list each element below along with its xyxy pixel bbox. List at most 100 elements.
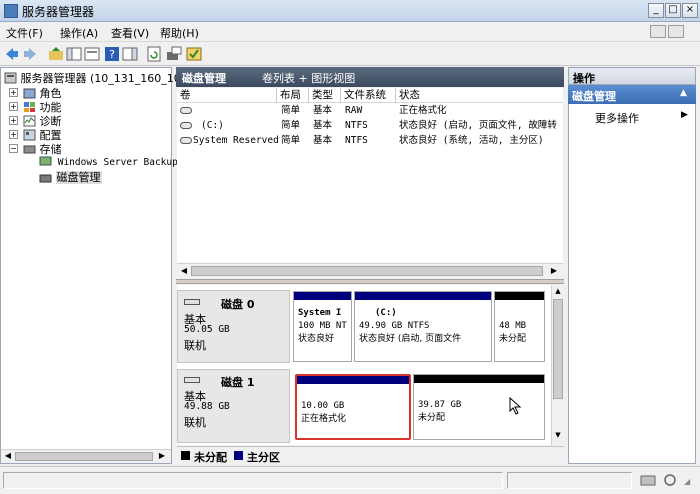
more-actions-label: 更多操作 xyxy=(595,112,639,125)
maximize-button[interactable]: □ xyxy=(665,3,681,18)
up-folder-icon[interactable] xyxy=(48,46,64,62)
svg-text:?: ? xyxy=(109,48,115,61)
partition-unallocated-39gb[interactable]: 39.87 GB 未分配 xyxy=(413,374,545,440)
partition-status: 正在格式化 xyxy=(301,414,347,424)
scroll-up-arrow-icon[interactable]: ▲ xyxy=(553,287,563,297)
resize-grip-icon[interactable]: ◢ xyxy=(684,477,696,489)
menu-help[interactable]: 帮助(H) xyxy=(160,25,199,41)
column-filesystem[interactable]: 文件系统 xyxy=(341,88,396,103)
partition-size: 48 MB xyxy=(499,321,527,331)
partition-status: 状态良好 (启动, 页面文件 xyxy=(359,334,462,344)
volume-layout: 简单 xyxy=(281,120,301,131)
partition-formatting-10gb[interactable]: 10.00 GB 正在格式化 xyxy=(295,374,411,440)
menu-view[interactable]: 查看(V) xyxy=(111,25,149,41)
disk-state: 联机 xyxy=(184,416,206,429)
actions-title: 操作 xyxy=(573,72,595,85)
volume-list-scrollbar[interactable]: ◀ ▶ xyxy=(177,263,563,278)
close-button[interactable]: × xyxy=(682,3,698,18)
column-type[interactable]: 类型 xyxy=(309,88,341,103)
tree-item-server-manager[interactable]: 服务器管理器 (10_131_160_103 xyxy=(4,70,188,86)
actions-section-disk-management[interactable]: 磁盘管理 ▲ xyxy=(568,85,696,104)
volume-drive-icon xyxy=(180,137,192,144)
expand-roles-button[interactable]: + xyxy=(9,88,18,97)
disk-settings-icon[interactable] xyxy=(166,46,182,62)
tree-scroll-thumb[interactable] xyxy=(15,452,153,461)
disk-1-label[interactable]: 磁盘 1 基本 49.88 GB 联机 xyxy=(177,369,290,443)
storage-icon xyxy=(23,145,36,154)
refresh-icon[interactable] xyxy=(146,46,162,62)
collapse-storage-button[interactable]: − xyxy=(9,144,18,153)
disk-icon xyxy=(184,299,200,305)
more-actions-item[interactable]: 更多操作 ▶ xyxy=(595,110,691,125)
expand-configuration-button[interactable]: + xyxy=(9,130,18,139)
server-icon xyxy=(4,72,17,84)
legend-primary-label: 主分区 xyxy=(247,451,280,464)
volume-row[interactable]: (C:) 简单 基本 NTFS 状态良好 (启动, 页面文件, 故障转 xyxy=(177,118,563,133)
volume-scroll-thumb[interactable] xyxy=(191,266,543,276)
menu-file[interactable]: 文件(F) xyxy=(6,25,43,41)
disk-0-label[interactable]: 磁盘 0 基本 50.05 GB 联机 xyxy=(177,290,290,363)
partition-c-drive[interactable]: (C:) 49.90 GB NTFS 状态良好 (启动, 页面文件 xyxy=(354,291,492,362)
legend-unallocated-label: 未分配 xyxy=(194,451,227,464)
center-pane-header: 磁盘管理 卷列表 + 图形视图 xyxy=(176,67,564,87)
help-icon[interactable]: ? xyxy=(104,46,120,62)
window-title: 服务器管理器 xyxy=(22,5,95,19)
volume-row[interactable]: 简单 基本 RAW 正在格式化 xyxy=(177,103,563,118)
expand-features-button[interactable]: + xyxy=(9,102,18,111)
disk-view-scrollbar[interactable]: ▲ ▼ xyxy=(551,285,564,445)
tree-horizontal-scrollbar[interactable]: ◀ ▶ xyxy=(1,449,171,463)
disk-graphical-view: 磁盘 0 基本 50.05 GB 联机 System I 100 MB NT 状… xyxy=(177,285,551,445)
legend-unallocated-swatch xyxy=(181,451,190,460)
partition-unallocated-bar xyxy=(414,375,544,383)
mdi-close-button[interactable] xyxy=(668,25,684,38)
scroll-down-arrow-icon[interactable]: ▼ xyxy=(553,431,563,441)
center-title: 磁盘管理 xyxy=(182,72,226,85)
scroll-left-arrow-icon[interactable]: ◀ xyxy=(2,451,14,462)
scroll-right-arrow-icon[interactable]: ▶ xyxy=(548,265,560,277)
column-volume[interactable]: 卷 xyxy=(177,88,277,103)
menu-action[interactable]: 操作(A) xyxy=(60,25,98,41)
disk-name: 磁盘 0 xyxy=(221,298,255,311)
partition-size: 49.90 GB NTFS xyxy=(359,321,430,331)
pane-splitter[interactable] xyxy=(176,279,564,284)
volume-row[interactable]: System Reserved 简单 基本 NTFS 状态良好 (系统, 活动,… xyxy=(177,133,563,148)
disk-size: 50.05 GB xyxy=(184,324,230,335)
features-icon xyxy=(24,102,35,112)
actions-list: 更多操作 ▶ xyxy=(568,104,696,464)
status-connection-icon xyxy=(640,475,656,486)
menu-bar: 文件(F) 操作(A) 查看(V) 帮助(H) xyxy=(0,22,700,42)
tree-item-windows-server-backup[interactable]: Windows Server Backup xyxy=(39,155,178,168)
partition-size: 100 MB NT xyxy=(298,321,347,331)
volume-layout: 简单 xyxy=(281,105,301,116)
actions-section-label: 磁盘管理 xyxy=(572,90,616,103)
column-status[interactable]: 状态 xyxy=(396,88,563,103)
partition-unallocated-bar xyxy=(495,292,544,300)
volume-type: 基本 xyxy=(313,135,333,146)
scroll-right-arrow-icon[interactable]: ▶ xyxy=(156,451,168,462)
column-layout[interactable]: 布局 xyxy=(277,88,309,103)
collapse-up-icon[interactable]: ▲ xyxy=(680,88,687,98)
partition-primary-bar xyxy=(294,292,351,300)
tree-root-label: 服务器管理器 (10_131_160_103 xyxy=(20,72,188,85)
show-hide-tree-icon[interactable] xyxy=(66,46,82,62)
show-action-pane-icon[interactable] xyxy=(122,46,138,62)
minimize-button[interactable]: _ xyxy=(648,3,664,18)
disk-scroll-thumb[interactable] xyxy=(553,299,563,399)
expand-diagnostics-button[interactable]: + xyxy=(9,116,18,125)
partition-status: 未分配 xyxy=(499,334,527,344)
partition-label: System I xyxy=(298,308,342,318)
status-refresh-icon xyxy=(664,474,676,486)
back-arrow-icon[interactable] xyxy=(4,46,20,62)
server-manager-icon xyxy=(4,4,18,18)
check-disk-icon[interactable] xyxy=(186,46,202,62)
partition-system-reserved[interactable]: System I 100 MB NT 状态良好 xyxy=(293,291,352,362)
scroll-left-arrow-icon[interactable]: ◀ xyxy=(178,265,190,277)
partition-unallocated-48mb[interactable]: 48 MB 未分配 xyxy=(494,291,545,362)
roles-icon xyxy=(23,88,36,99)
forward-arrow-icon[interactable] xyxy=(22,46,38,62)
properties-icon[interactable] xyxy=(84,46,100,62)
volume-type: 基本 xyxy=(313,105,333,116)
mdi-restore-button[interactable] xyxy=(650,25,666,38)
volume-filesystem: NTFS xyxy=(345,120,368,131)
tree-item-disk-management[interactable]: 磁盘管理 xyxy=(39,169,102,185)
